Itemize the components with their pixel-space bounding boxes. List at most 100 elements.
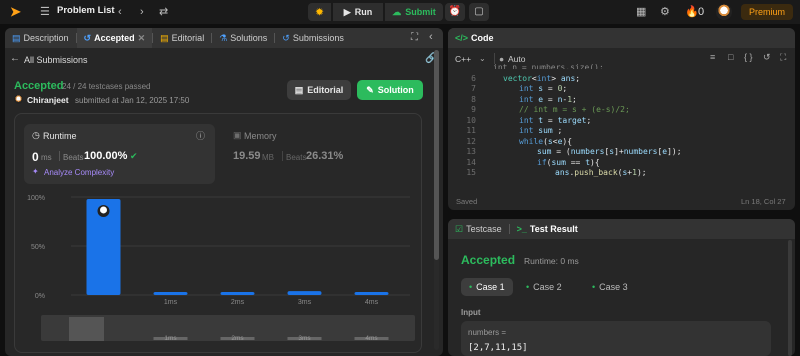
tab-submissions[interactable]: ↺ Submissions bbox=[275, 28, 351, 48]
result-status: Accepted bbox=[461, 253, 516, 267]
code-header: </> Code bbox=[448, 28, 795, 48]
tab-solutions[interactable]: ⚗ Solutions bbox=[212, 28, 274, 48]
navigator-label: 3ms bbox=[298, 335, 311, 342]
memory-value: 19.59 bbox=[233, 150, 261, 162]
maximize-icon[interactable]: ⛶ bbox=[411, 32, 418, 43]
code-line[interactable]: // int m = s + (e-s)/2; bbox=[519, 105, 630, 115]
code-line[interactable]: int t = target; bbox=[519, 116, 591, 126]
username[interactable]: Chiranjeet bbox=[27, 95, 69, 105]
timer-icon[interactable]: ⏰ bbox=[445, 3, 465, 21]
line-number: 14 bbox=[466, 158, 476, 167]
runtime-unit: ms bbox=[41, 153, 52, 162]
chevron-right-icon[interactable]: › bbox=[140, 4, 144, 20]
code-line[interactable]: sum = (numbers[s]+numbers[e]); bbox=[537, 147, 682, 157]
range-selector-handle[interactable] bbox=[69, 317, 104, 341]
avatar[interactable] bbox=[716, 4, 732, 20]
tab-testcase[interactable]: ☑ Testcase bbox=[448, 219, 509, 239]
code-line[interactable]: int e = n-1; bbox=[519, 95, 577, 105]
chevron-left-icon[interactable]: ‹ bbox=[118, 4, 122, 20]
document-icon: ▤ bbox=[12, 32, 21, 43]
beats-label: Beats bbox=[63, 153, 84, 162]
code-line[interactable]: int s = 0; bbox=[519, 84, 567, 94]
reset-icon[interactable]: ↺ bbox=[763, 52, 771, 63]
navigator-label: 1ms bbox=[164, 335, 177, 342]
dot-icon: • bbox=[592, 282, 596, 292]
leetcode-logo-icon[interactable]: ➤ bbox=[10, 5, 24, 19]
cursor-position: Ln 18, Col 27 bbox=[741, 197, 786, 206]
memory-beats: 26.31% bbox=[306, 150, 344, 162]
user-avatar[interactable] bbox=[14, 95, 23, 104]
code-line[interactable]: int sum ; bbox=[519, 126, 562, 136]
line-number: 10 bbox=[466, 116, 476, 125]
code-line[interactable]: while(s<e){ bbox=[519, 137, 572, 147]
bookmark-icon[interactable]: □ bbox=[728, 52, 733, 62]
input-label: Input bbox=[461, 308, 481, 317]
cloud-upload-icon: ☁ bbox=[392, 6, 402, 17]
line-number: 13 bbox=[466, 147, 476, 156]
line-number: 12 bbox=[466, 137, 476, 146]
tab-label: Accepted bbox=[94, 33, 135, 43]
code-line[interactable]: ans.push_back(s+1); bbox=[555, 168, 647, 178]
divider bbox=[282, 151, 283, 161]
memory-label: Memory bbox=[244, 131, 277, 141]
problem-list-link[interactable]: Problem List bbox=[57, 5, 115, 16]
history-icon: ↺ bbox=[83, 32, 92, 43]
submit-button[interactable]: ☁ Submit bbox=[385, 3, 443, 21]
case-3-tab[interactable]: • Case 3 bbox=[584, 278, 636, 296]
grid-icon[interactable]: ▦ bbox=[636, 4, 646, 20]
tab-description[interactable]: ▤ Description bbox=[5, 28, 76, 48]
dot-icon: • bbox=[469, 282, 473, 292]
premium-button[interactable]: Premium bbox=[741, 4, 793, 20]
scrollbar-thumb[interactable] bbox=[434, 50, 439, 260]
book-icon: ▤ bbox=[160, 32, 169, 43]
tab-editorial[interactable]: ▤ Editorial bbox=[153, 28, 211, 48]
tab-test-result[interactable]: >_ Test Result bbox=[509, 219, 585, 239]
bar[interactable] bbox=[287, 291, 322, 295]
line-number: 8 bbox=[471, 95, 476, 104]
back-arrow-icon[interactable]: ← bbox=[10, 53, 20, 64]
flask-icon: ⚗ bbox=[219, 32, 228, 43]
case-1-tab[interactable]: • Case 1 bbox=[461, 278, 513, 296]
result-runtime: Runtime: 0 ms bbox=[524, 256, 579, 266]
braces-icon[interactable]: { } bbox=[744, 52, 753, 62]
case-2-tab[interactable]: • Case 2 bbox=[518, 278, 570, 296]
solution-button[interactable]: ✎ Solution bbox=[357, 80, 423, 100]
bar[interactable] bbox=[220, 292, 255, 295]
top-bar: ➤ ☰ Problem List ‹ › ⇄ ✹ ▶ Run ☁ Submit ⏰ … bbox=[0, 0, 800, 24]
format-icon[interactable]: ≡ bbox=[710, 52, 715, 62]
tab-code[interactable]: </> Code bbox=[448, 28, 501, 48]
testcases-passed: 24 / 24 testcases passed bbox=[62, 82, 151, 91]
editorial-button[interactable]: ▤ Editorial bbox=[287, 80, 351, 100]
note-icon[interactable]: ▢ bbox=[469, 3, 489, 21]
editorial-label: Editorial bbox=[307, 85, 344, 95]
settings-icon[interactable]: ⚙ bbox=[660, 4, 670, 20]
code-line[interactable]: if(sum == t){ bbox=[537, 158, 600, 168]
debug-button[interactable]: ✹ bbox=[308, 3, 331, 21]
analyze-complexity-link[interactable]: Analyze Complexity bbox=[44, 168, 114, 177]
list-icon[interactable]: ☰ bbox=[40, 4, 50, 20]
chevron-down-icon: ⌄ bbox=[479, 54, 486, 63]
x-tick-label: 4ms bbox=[365, 299, 379, 306]
close-icon[interactable]: ✕ bbox=[138, 33, 146, 44]
run-button[interactable]: ▶ Run bbox=[333, 3, 383, 21]
terminal-icon: >_ bbox=[516, 224, 527, 234]
fire-icon[interactable]: 🔥 bbox=[685, 4, 699, 20]
x-tick-label: 2ms bbox=[231, 299, 245, 306]
scrollbar-thumb[interactable] bbox=[788, 240, 792, 356]
tab-label: Testcase bbox=[466, 224, 502, 234]
info-icon[interactable]: ⓘ bbox=[196, 129, 205, 142]
play-icon: ▶ bbox=[343, 6, 351, 17]
memory-unit: MB bbox=[262, 153, 274, 162]
user-marker-icon bbox=[100, 206, 107, 214]
language-select[interactable]: C++ bbox=[455, 54, 471, 64]
collapse-icon[interactable]: ‹ bbox=[429, 31, 433, 43]
tab-accepted[interactable]: ↺ Accepted ✕ bbox=[76, 28, 153, 48]
bar[interactable] bbox=[354, 292, 389, 295]
expand-icon[interactable]: ⛶ bbox=[780, 52, 786, 63]
variable-name: numbers = bbox=[468, 328, 507, 337]
shuffle-icon[interactable]: ⇄ bbox=[159, 4, 168, 20]
code-line[interactable]: vector<int> ans; bbox=[503, 74, 580, 84]
bar[interactable] bbox=[153, 292, 188, 295]
sparkle-icon: ✦ bbox=[32, 167, 39, 176]
all-submissions-link[interactable]: All Submissions bbox=[24, 55, 88, 65]
